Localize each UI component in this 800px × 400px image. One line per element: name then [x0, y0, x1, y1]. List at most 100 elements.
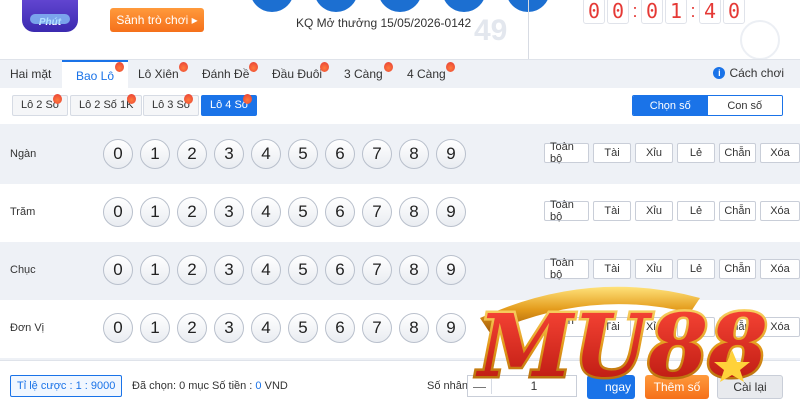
digit-ball[interactable]: 7 — [362, 313, 392, 343]
add-number-button[interactable]: Thêm số — [645, 375, 709, 399]
hot-fire-icon — [179, 62, 188, 72]
row-label: Chục — [10, 264, 36, 276]
tab-danh-de[interactable]: Đánh Đề — [202, 60, 249, 88]
hot-fire-icon — [243, 94, 252, 104]
select-even-button[interactable]: Chẵn — [719, 143, 756, 163]
digit-ball[interactable]: 5 — [288, 255, 318, 285]
digit-ball[interactable]: 0 — [103, 255, 133, 285]
tab-hai-mat[interactable]: Hai mặt — [10, 60, 51, 88]
digit-ball[interactable]: 7 — [362, 255, 392, 285]
digit-ball[interactable]: 4 — [251, 255, 281, 285]
enter-number-button[interactable]: Con số — [707, 96, 782, 115]
select-odd-button[interactable]: Lẻ — [677, 259, 715, 279]
select-all-button[interactable]: Toàn bộ — [544, 257, 589, 281]
sub-tabs: Lô 2 Số Lô 2 Số 1K Lô 3 Số Lô 4 Số Chọn … — [0, 88, 800, 124]
select-small-button[interactable]: Xỉu — [635, 201, 673, 221]
tab-4-cang[interactable]: 4 Càng — [407, 60, 446, 88]
digit-ball[interactable]: 0 — [103, 197, 133, 227]
selected-label: Đã chọn: — [132, 380, 180, 392]
select-even-button[interactable]: Chẵn — [719, 201, 756, 221]
car-icon — [30, 14, 70, 24]
choose-number-button[interactable]: Chọn số — [633, 96, 708, 115]
digit-ball[interactable]: 9 — [436, 139, 466, 169]
tab-lo-xien[interactable]: Lô Xiên — [138, 60, 179, 88]
digit-ball[interactable]: 9 — [436, 313, 466, 343]
digit-ball[interactable]: 3 — [214, 255, 244, 285]
divider — [528, 0, 529, 59]
clear-button[interactable]: Xóa — [760, 259, 800, 279]
top-bar: 49 Phút Sảnh trò chơi ▸ KQ Mở thưởng 15/… — [0, 0, 800, 60]
tab-dau-duoi[interactable]: Đầu Đuôi — [272, 60, 322, 88]
game-tabs: Hai mặt Bao Lô Lô Xiên Đánh Đề Đầu Đuôi … — [0, 60, 800, 88]
select-even-button[interactable]: Chẵn — [719, 317, 756, 337]
countdown-timer: 0 0 : 0 1 : 4 0 — [583, 0, 745, 24]
digit-ball[interactable]: 8 — [399, 139, 429, 169]
select-odd-button[interactable]: Lẻ — [677, 201, 715, 221]
result-ball — [378, 0, 422, 12]
digit-ball[interactable]: 2 — [177, 197, 207, 227]
background-circle — [740, 20, 780, 59]
digit-ball[interactable]: 1 — [140, 255, 170, 285]
digit-ball[interactable]: 0 — [103, 313, 133, 343]
decrement-button[interactable]: — — [468, 378, 492, 394]
digit-ball[interactable]: 7 — [362, 197, 392, 227]
digit-ball[interactable]: 6 — [325, 313, 355, 343]
digit-picker: 0 1 2 3 4 5 6 7 8 9 — [103, 313, 466, 343]
select-big-button[interactable]: Tài — [593, 201, 631, 221]
select-odd-button[interactable]: Lẻ — [677, 143, 715, 163]
digit-ball[interactable]: 5 — [288, 139, 318, 169]
digit-picker: 0 1 2 3 4 5 6 7 8 9 — [103, 139, 466, 169]
digit-ball[interactable]: 9 — [436, 197, 466, 227]
digit-ball[interactable]: 5 — [288, 313, 318, 343]
digit-ball[interactable]: 3 — [214, 197, 244, 227]
select-odd-button[interactable]: Lẻ — [677, 317, 715, 337]
digit-ball[interactable]: 1 — [140, 139, 170, 169]
digit-ball[interactable]: 3 — [214, 313, 244, 343]
digit-ball[interactable]: 4 — [251, 197, 281, 227]
digit-ball[interactable]: 1 — [140, 313, 170, 343]
how-to-play-label: Cách chơi — [729, 66, 784, 80]
select-small-button[interactable]: Xỉu — [635, 317, 673, 337]
digit-ball[interactable]: 2 — [177, 255, 207, 285]
amount-unit: VND — [261, 380, 288, 392]
how-to-play-link[interactable]: i Cách chơi — [713, 66, 784, 80]
clear-button[interactable]: Xóa — [760, 143, 800, 163]
digit-ball[interactable]: 6 — [325, 139, 355, 169]
digit-ball[interactable]: 8 — [399, 313, 429, 343]
digit-ball[interactable]: 8 — [399, 255, 429, 285]
clear-button[interactable]: Xóa — [760, 201, 800, 221]
hot-fire-icon — [184, 94, 193, 104]
clear-button[interactable]: Xóa — [760, 317, 800, 337]
tab-3-cang[interactable]: 3 Càng — [344, 60, 383, 88]
digit-ball[interactable]: 4 — [251, 139, 281, 169]
digit-ball[interactable]: 6 — [325, 197, 355, 227]
digit-ball[interactable]: 5 — [288, 197, 318, 227]
digit-ball[interactable]: 4 — [251, 313, 281, 343]
lobby-button[interactable]: Sảnh trò chơi ▸ — [110, 8, 204, 32]
row-label: Ngàn — [10, 148, 37, 160]
select-even-button[interactable]: Chẵn — [719, 259, 756, 279]
select-big-button[interactable]: Tài — [593, 259, 631, 279]
digit-ball[interactable]: 1 — [140, 197, 170, 227]
hot-fire-icon — [127, 94, 136, 104]
info-icon: i — [713, 67, 726, 79]
digit-ball[interactable]: 2 — [177, 139, 207, 169]
digit-ball[interactable]: 6 — [325, 255, 355, 285]
select-all-button[interactable]: Toàn bộ — [544, 141, 589, 165]
multiplier-input[interactable]: 1 — [492, 379, 576, 393]
select-small-button[interactable]: Xỉu — [635, 259, 673, 279]
digit-ball[interactable]: 0 — [103, 139, 133, 169]
select-all-button[interactable]: Toàn bộ — [544, 199, 589, 223]
digit-ball[interactable]: 2 — [177, 313, 207, 343]
select-all-button[interactable]: Toàn bộ — [544, 315, 589, 339]
digit-ball[interactable]: 7 — [362, 139, 392, 169]
reset-button[interactable]: Cài lại — [717, 375, 783, 399]
digit-ball[interactable]: 9 — [436, 255, 466, 285]
select-big-button[interactable]: Tài — [593, 143, 631, 163]
digit-ball[interactable]: 3 — [214, 139, 244, 169]
select-big-button[interactable]: Tài — [593, 317, 631, 337]
bet-now-button[interactable]: ngay — [587, 375, 635, 399]
digit-ball[interactable]: 8 — [399, 197, 429, 227]
bet-now-label: ngay — [604, 380, 632, 394]
select-small-button[interactable]: Xỉu — [635, 143, 673, 163]
